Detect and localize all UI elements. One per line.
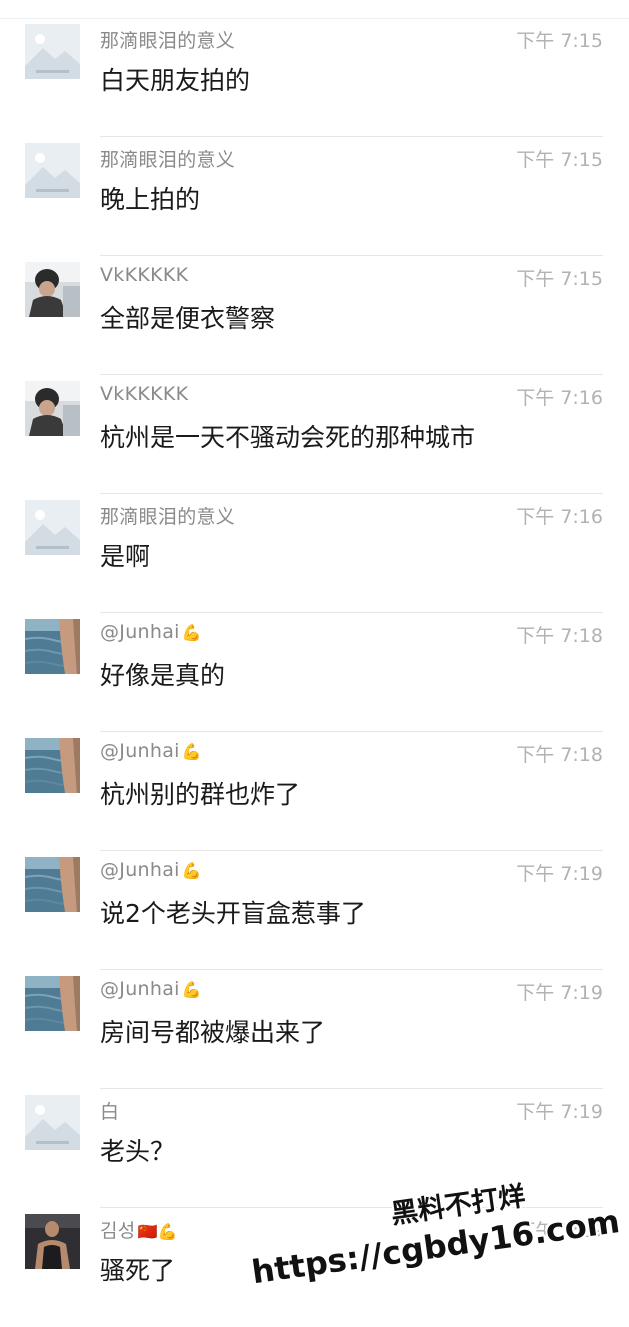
message-text: 杭州是一天不骚动会死的那种城市: [100, 423, 476, 452]
person-avatar[interactable]: [25, 262, 80, 317]
sender-name-text: 白: [100, 1101, 120, 1123]
message-text: 杭州别的群也炸了: [100, 780, 301, 809]
message-time: 下午 7:16: [516, 506, 603, 528]
placeholder-avatar[interactable]: [25, 143, 80, 198]
message-text: 白天朋友拍的: [100, 66, 251, 95]
message-text: 晚上拍的: [100, 185, 201, 214]
message-time: 下午 7:16: [516, 387, 603, 409]
sender-name: @Junhai 💪: [100, 740, 202, 762]
message-text: 说2个老头开盲盒惹事了: [100, 899, 366, 928]
chat-message[interactable]: VkKKKKK 下午 7:15 全部是便衣警察: [0, 256, 629, 375]
sender-name: 那滴眼泪的意义: [100, 26, 235, 53]
man-avatar[interactable]: [25, 1214, 80, 1269]
chat-message[interactable]: VkKKKKK 下午 7:16 杭州是一天不骚动会死的那种城市: [0, 375, 629, 494]
placeholder-avatar[interactable]: [25, 24, 80, 79]
message-text: 全部是便衣警察: [100, 304, 276, 333]
sender-badge-icon: 💪: [181, 742, 202, 761]
placeholder-avatar[interactable]: [25, 1095, 80, 1150]
message-time: 下午 7:19: [516, 863, 603, 885]
sender-name: 那滴眼泪的意义: [100, 502, 235, 529]
sender-badge-icon: 💪: [181, 980, 202, 999]
sea-avatar[interactable]: [25, 619, 80, 674]
message-time: 下午 7:18: [516, 744, 603, 766]
message-text: 房间号都被爆出来了: [100, 1018, 326, 1047]
chat-message-list[interactable]: 那滴眼泪的意义 下午 7:15 白天朋友拍的 那滴眼泪的意义 下午 7:15 晚上拍的 Vk…: [0, 18, 629, 1327]
sender-name: @Junhai 💪: [100, 978, 202, 1000]
sender-name-text: 那滴眼泪的意义: [100, 30, 236, 52]
sender-name: 김성 🇨🇳💪: [100, 1216, 178, 1243]
sender-badge-icon: 💪: [181, 861, 202, 880]
message-time: 下午 7:18: [516, 625, 603, 647]
message-text: 老头？: [100, 1137, 176, 1166]
sender-badge-icon: 💪: [181, 623, 202, 642]
sender-name-text: 김성: [100, 1220, 136, 1242]
sender-name-text: 那滴眼泪的意义: [100, 149, 236, 171]
chat-message[interactable]: @Junhai 💪 下午 7:18 好像是真的: [0, 613, 629, 732]
sender-name-text: 那滴眼泪的意义: [100, 506, 236, 528]
placeholder-avatar[interactable]: [25, 500, 80, 555]
message-time: 下午 7:19: [516, 1101, 603, 1123]
person-avatar[interactable]: [25, 381, 80, 436]
sender-name: @Junhai 💪: [100, 621, 202, 643]
sender-name: VkKKKKK: [100, 264, 188, 286]
message-text: 是啊: [100, 542, 151, 571]
chat-message[interactable]: @Junhai 💪 下午 7:18 杭州别的群也炸了: [0, 732, 629, 851]
message-text: 骚死了: [100, 1256, 176, 1285]
message-time: 下午 7:15: [516, 149, 603, 171]
message-time: 下午 7:19: [516, 982, 603, 1004]
sender-name-text: @Junhai: [100, 621, 180, 643]
sender-name-text: @Junhai: [100, 740, 180, 762]
sender-name-text: VkKKKKK: [100, 264, 189, 286]
top-bar: [0, 0, 629, 19]
sender-name-text: @Junhai: [100, 859, 180, 881]
chat-message[interactable]: @Junhai 💪 下午 7:19 说2个老头开盲盒惹事了: [0, 851, 629, 970]
message-time: 下午 7:15: [516, 268, 603, 290]
message-text: 好像是真的: [100, 661, 226, 690]
sea-avatar[interactable]: [25, 976, 80, 1031]
chat-message[interactable]: 那滴眼泪的意义 下午 7:15 晚上拍的: [0, 137, 629, 256]
sender-name: @Junhai 💪: [100, 859, 202, 881]
sender-name-text: @Junhai: [100, 978, 180, 1000]
sea-avatar[interactable]: [25, 857, 80, 912]
sender-name: VkKKKKK: [100, 383, 188, 405]
sender-name-text: VkKKKKK: [100, 383, 189, 405]
sender-name: 那滴眼泪的意义: [100, 145, 235, 172]
sea-avatar[interactable]: [25, 738, 80, 793]
sender-name: 白: [100, 1097, 119, 1124]
chat-message[interactable]: @Junhai 💪 下午 7:19 房间号都被爆出来了: [0, 970, 629, 1089]
chat-message[interactable]: 那滴眼泪的意义 下午 7:16 是啊: [0, 494, 629, 613]
message-time: 下午 7:15: [516, 30, 603, 52]
sender-badge-icon: 🇨🇳💪: [137, 1222, 179, 1241]
chat-message[interactable]: 那滴眼泪的意义 下午 7:15 白天朋友拍的: [0, 18, 629, 137]
